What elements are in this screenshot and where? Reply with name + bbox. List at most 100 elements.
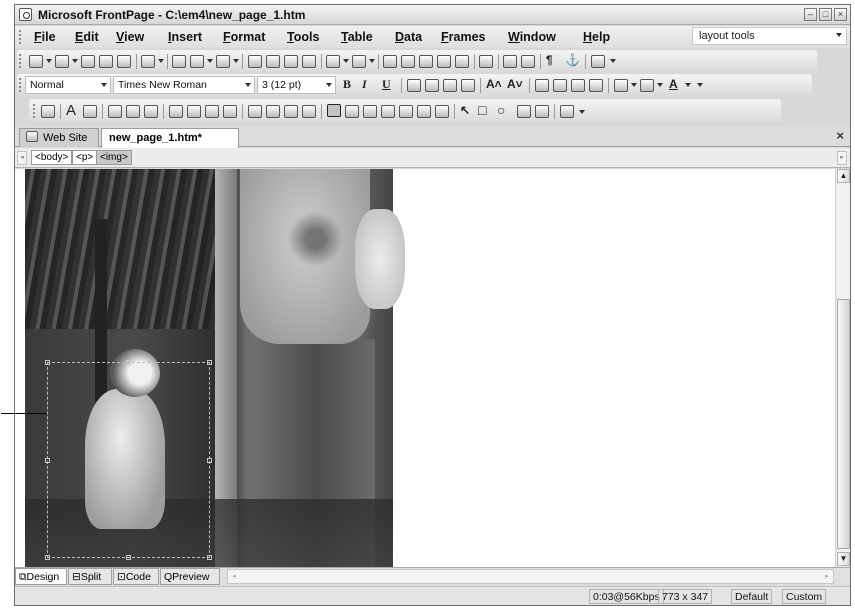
font-size-dropdown[interactable]: 3 (12 pt) [257,76,336,94]
crop-handle[interactable] [45,360,50,365]
bevel-icon[interactable] [417,105,431,118]
scroll-left-button[interactable]: ◂ [228,570,240,583]
tag-scroll-left[interactable]: ◂ [17,151,27,165]
tab-preview[interactable]: QPreview [160,568,220,585]
css-schema[interactable]: Custom [782,589,827,604]
auto-thumbnail-icon[interactable] [83,105,97,118]
scroll-down-button[interactable]: ▼ [837,552,850,566]
menu-view[interactable]: View [116,30,144,44]
new-page-icon[interactable] [29,55,43,68]
search-icon[interactable] [99,55,113,68]
decrease-indent-icon[interactable] [571,79,585,92]
chevron-down-icon[interactable] [46,59,52,63]
align-left-icon[interactable] [407,79,421,92]
menu-format[interactable]: Format [223,30,265,44]
maximize-button[interactable]: □ [819,8,832,21]
preview-browser-icon[interactable] [190,55,204,68]
chevron-down-icon[interactable] [72,59,78,63]
tab-design[interactable]: ⧉Design [15,568,67,585]
crop-icon[interactable] [327,104,341,117]
bold-button[interactable]: B [343,77,351,92]
insert-picture-icon[interactable] [41,105,55,118]
chevron-down-icon[interactable] [369,59,375,63]
set-transparent-color-icon[interactable] [381,105,395,118]
bring-forward-icon[interactable] [126,105,140,118]
menu-help[interactable]: Help [583,30,610,44]
text-icon[interactable]: A [66,102,76,119]
less-brightness-icon[interactable] [302,105,316,118]
crop-handle[interactable] [207,360,212,365]
menu-file[interactable]: File [34,30,56,44]
format-painter-icon[interactable] [302,55,316,68]
menu-table[interactable]: Table [341,30,373,44]
menu-window[interactable]: Window [508,30,556,44]
decrease-font-icon[interactable]: A˅ [507,77,523,91]
borders-icon[interactable] [614,79,628,92]
chevron-down-icon[interactable] [343,59,349,63]
redo-icon[interactable] [352,55,366,68]
toolbar-grip[interactable] [19,78,22,92]
tab-new-page[interactable]: new_page_1.htm* [101,128,239,148]
open-icon[interactable] [55,55,69,68]
italic-button[interactable]: I [362,77,367,92]
tab-web-site[interactable]: Web Site [19,128,99,147]
increase-font-icon[interactable]: A˄ [486,77,502,91]
type-question-box[interactable]: layout tools [692,27,847,45]
increase-indent-icon[interactable] [589,79,603,92]
crop-handle[interactable] [207,555,212,560]
more-brightness-icon[interactable] [284,105,298,118]
tag-p[interactable]: <p> [72,150,98,165]
menu-insert[interactable]: Insert [168,30,202,44]
tag-img[interactable]: <img> [96,150,132,165]
style-dropdown[interactable]: Normal [25,76,111,94]
toolbar-options-icon[interactable] [610,59,616,63]
toolbar-grip[interactable] [33,104,36,118]
bullets-icon[interactable] [553,79,567,92]
page-dimensions[interactable]: 773 x 347 [658,589,713,604]
horizontal-scrollbar[interactable]: ◂ ▸ [227,569,834,584]
stop-icon[interactable] [521,55,535,68]
tab-code[interactable]: ⊡Code [113,568,159,585]
restore-icon[interactable] [560,105,574,118]
highlight-icon[interactable] [640,79,654,92]
rectangle-hotspot-icon[interactable]: □ [478,102,486,118]
web-component-icon[interactable] [383,55,397,68]
doctype-mode[interactable]: Default [731,589,773,604]
flip-vertical-icon[interactable] [223,105,237,118]
paste-icon[interactable] [284,55,298,68]
tag-scroll-right[interactable]: ▸ [837,151,847,165]
numbering-icon[interactable] [535,79,549,92]
drawing-icon[interactable] [455,55,469,68]
underline-button[interactable]: U [382,77,391,92]
crop-handle[interactable] [45,555,50,560]
align-center-icon[interactable] [425,79,439,92]
polygon-hotspot-icon[interactable] [517,105,531,118]
toolbar-options-icon[interactable] [697,83,703,87]
resample-icon[interactable] [435,105,449,118]
font-dropdown[interactable]: Times New Roman [113,76,255,94]
bookmark-icon[interactable]: ⚓ [565,53,580,67]
toolbar-grip[interactable] [19,54,22,68]
more-contrast-icon[interactable] [248,105,262,118]
scroll-thumb[interactable] [837,299,850,549]
tab-split[interactable]: ⊟Split [68,568,112,585]
justify-icon[interactable] [461,79,475,92]
insert-table-icon[interactable] [401,55,415,68]
chevron-down-icon[interactable] [233,59,239,63]
position-absolutely-icon[interactable] [108,105,122,118]
menu-data[interactable]: Data [395,30,422,44]
publish-icon[interactable] [117,55,131,68]
show-all-icon[interactable]: ¶ [546,53,553,67]
crop-handle[interactable] [126,360,131,365]
select-arrow-icon[interactable]: ↖ [460,103,470,117]
help-icon[interactable] [591,55,605,68]
frontpage-app-icon[interactable] [19,8,32,21]
insert-picture-icon[interactable] [437,55,451,68]
menu-frames[interactable]: Frames [441,30,485,44]
flip-horizontal-icon[interactable] [205,105,219,118]
toggle-pane-icon[interactable] [141,55,155,68]
font-color-icon[interactable]: A [669,77,678,91]
rotate-right-icon[interactable] [187,105,201,118]
circle-hotspot-icon[interactable]: ○ [497,102,505,118]
align-right-icon[interactable] [443,79,457,92]
